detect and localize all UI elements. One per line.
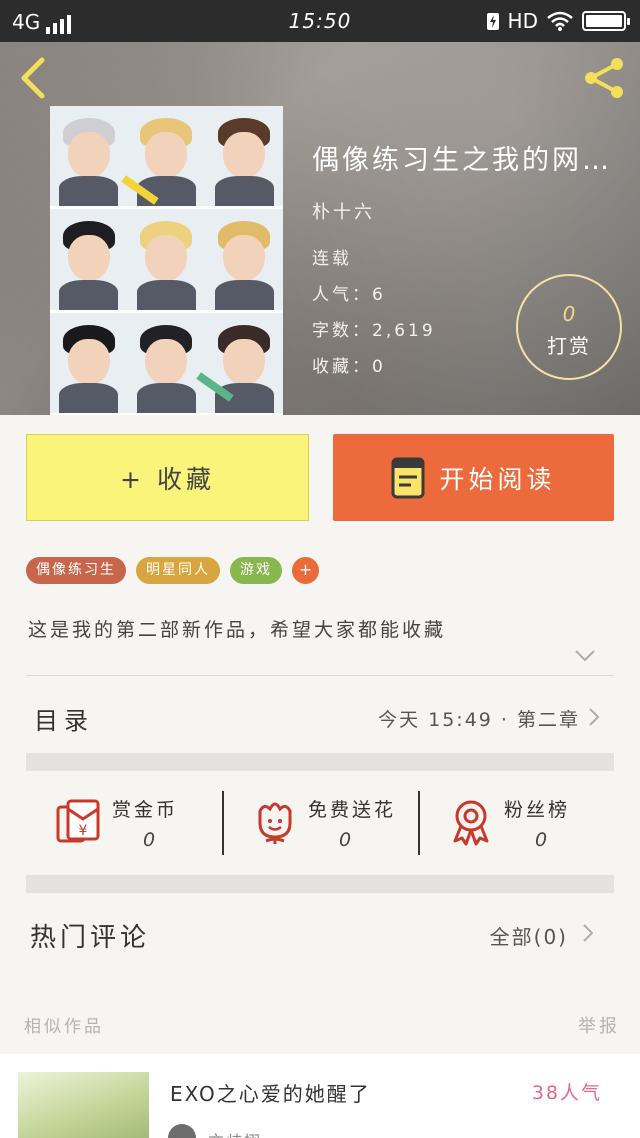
report-link[interactable]: 举报 — [578, 1012, 620, 1038]
svg-text:¥: ¥ — [79, 823, 88, 839]
fan-ranking-stat[interactable]: 粉丝榜 0 — [418, 771, 614, 875]
book-cover[interactable] — [50, 106, 283, 415]
stat-value: 0 — [143, 829, 156, 851]
section-divider — [26, 875, 614, 893]
book-author[interactable]: 朴十六 — [312, 198, 375, 224]
cover-image — [50, 106, 283, 415]
stat-title: 赏金币 — [112, 799, 179, 821]
similar-work-title: EXO之心爱的她醒了 — [170, 1082, 371, 1106]
stat-value: 0 — [339, 829, 352, 851]
free-flower-stat[interactable]: 免费送花 0 — [222, 771, 418, 875]
reward-button[interactable]: 0 打赏 — [516, 274, 622, 380]
red-envelope-icon: ¥ — [56, 799, 100, 843]
stat-title: 粉丝榜 — [504, 799, 571, 821]
support-stats: ¥ 赏金币 0 免费送花 0 粉丝榜 0 — [26, 771, 614, 875]
medal-icon — [453, 800, 489, 846]
stat-title: 免费送花 — [308, 799, 397, 821]
chevron-right-icon — [589, 708, 600, 726]
coin-reward-stat[interactable]: ¥ 赏金币 0 — [26, 771, 222, 875]
add-tag-button[interactable]: + — [292, 557, 319, 584]
tag-item[interactable]: 游戏 — [230, 557, 282, 584]
chevron-right-icon — [583, 924, 594, 942]
stat-value: 0 — [535, 829, 548, 851]
latest-chapter: 今天 15:49 · 第二章 — [378, 709, 580, 731]
tag-list: 偶像练习生 明星同人 游戏 + — [26, 557, 319, 584]
book-status: 连载 — [312, 249, 352, 269]
similar-work-cover — [18, 1072, 149, 1138]
start-reading-button[interactable]: 开始阅读 — [333, 434, 614, 521]
wifi-icon — [547, 11, 573, 31]
book-word-count: 字数：2,619 — [312, 321, 436, 341]
collect-label: + 收藏 — [120, 464, 215, 494]
hot-comments-label: 热门评论 — [30, 923, 151, 953]
table-of-contents-row[interactable]: 目录 今天 15:49 · 第二章 — [26, 677, 614, 755]
charging-icon — [486, 13, 499, 30]
similar-work-popularity: 38人气 — [531, 1082, 602, 1104]
back-button[interactable] — [14, 56, 54, 100]
hd-indicator: HD — [507, 9, 538, 33]
similar-works-title: 相似作品 — [24, 1017, 104, 1037]
book-header: 偶像练习生之我的网… 朴十六 连载 人气：6 字数：2,619 收藏：0 0 打… — [0, 42, 640, 415]
toc-label: 目录 — [34, 707, 94, 735]
battery-icon — [582, 11, 630, 31]
avatar — [168, 1124, 196, 1138]
chevron-down-icon[interactable] — [574, 649, 596, 663]
reward-count: 0 — [562, 302, 576, 326]
share-icon — [585, 58, 623, 98]
share-button[interactable] — [580, 54, 628, 102]
start-reading-label: 开始阅读 — [439, 464, 556, 494]
divider — [26, 675, 614, 676]
tag-item[interactable]: 偶像练习生 — [26, 557, 126, 584]
similar-work-author: 亦歧栩 — [208, 1128, 262, 1138]
status-bar: 4G 15:50 HD — [0, 0, 640, 42]
reward-label: 打赏 — [547, 334, 591, 358]
collect-button[interactable]: + 收藏 — [26, 434, 309, 521]
book-title: 偶像练习生之我的网… — [312, 145, 612, 176]
flower-icon — [258, 802, 292, 844]
section-divider — [26, 753, 614, 771]
similar-work-item[interactable]: EXO之心爱的她醒了 38人气 亦歧栩 — [0, 1054, 640, 1138]
book-favorites: 收藏：0 — [312, 357, 386, 377]
book-popularity: 人气：6 — [312, 285, 386, 305]
all-comments-link[interactable]: 全部(0) — [490, 921, 568, 950]
book-description: 这是我的第二部新作品，希望大家都能收藏 — [28, 619, 447, 641]
tag-item[interactable]: 明星同人 — [136, 557, 220, 584]
book-icon — [391, 457, 425, 498]
hot-comments-header[interactable]: 热门评论 全部(0) — [26, 893, 614, 973]
status-icons: HD — [486, 9, 630, 33]
chevron-left-icon — [21, 57, 45, 99]
